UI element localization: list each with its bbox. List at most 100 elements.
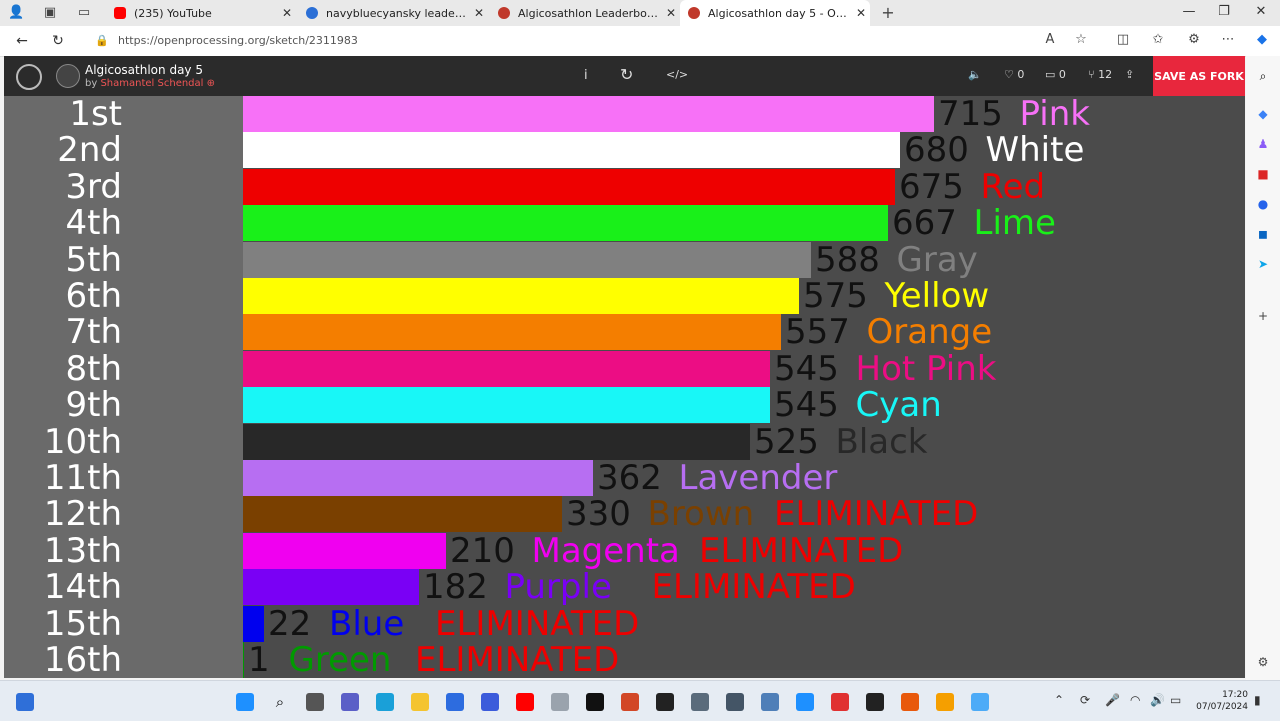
tab-youtube[interactable]: (235) YouTube ✕ — [106, 0, 296, 26]
share-icon[interactable]: ⇪ — [1125, 68, 1134, 81]
maximize-icon[interactable]: ❐ — [1209, 4, 1239, 19]
close-window-icon[interactable]: ✕ — [1246, 4, 1276, 19]
favorites-icon[interactable]: ✩ — [1148, 32, 1168, 47]
close-tab-icon[interactable]: ✕ — [852, 6, 870, 20]
search-icon[interactable]: ⌕ — [1255, 68, 1271, 84]
task-view-icon[interactable] — [306, 693, 324, 711]
media-player-icon[interactable] — [866, 693, 884, 711]
youtube-icon[interactable] — [516, 693, 534, 711]
author-link[interactable]: Shamantel Schendal — [100, 78, 203, 89]
sketch-header: Algicosathlon day 5 by Shamantel Schenda… — [4, 56, 1245, 96]
chevron-up-icon[interactable]: ⌃ — [1054, 693, 1064, 707]
back-icon[interactable]: ← — [12, 32, 32, 50]
edge-icon[interactable] — [376, 693, 394, 711]
file-explorer-icon[interactable] — [411, 693, 429, 711]
workspaces-icon[interactable]: ▣ — [42, 5, 58, 21]
app-icon[interactable] — [586, 693, 604, 711]
bar — [243, 96, 934, 132]
comments-button[interactable]: ▭ 0 — [1045, 68, 1066, 81]
search-icon[interactable]: ⌕ — [271, 693, 289, 711]
app-icon[interactable] — [551, 693, 569, 711]
score-label: 575 — [803, 276, 868, 316]
teams-icon[interactable] — [341, 693, 359, 711]
app-icon[interactable] — [831, 693, 849, 711]
microphone-icon[interactable]: 🎤 — [1105, 693, 1120, 707]
profile-icon[interactable]: 👤 — [8, 5, 24, 21]
store-icon[interactable] — [446, 693, 464, 711]
rank-label: 1st — [69, 94, 122, 134]
score-label: 182 — [423, 567, 488, 608]
score-label: 545 — [774, 385, 839, 426]
extensions-icon[interactable]: ⚙ — [1184, 32, 1204, 47]
calculator-icon[interactable] — [691, 693, 709, 711]
split-screen-icon[interactable]: ◫ — [1113, 32, 1133, 47]
tab-day5[interactable]: Algicosathlon day 5 - OpenProce ✕ — [680, 0, 870, 26]
save-as-fork-button[interactable]: SAVE AS FORK — [1153, 56, 1245, 96]
info-icon[interactable]: i — [584, 68, 588, 83]
rank-label: 2nd — [57, 130, 122, 171]
like-button[interactable]: ♡ 0 — [1004, 68, 1024, 81]
app-icon[interactable] — [971, 693, 989, 711]
avatar[interactable] — [56, 64, 80, 88]
tab-search[interactable]: navybluecyansky leaderboard op ✕ — [298, 0, 488, 26]
refresh-icon[interactable]: ↻ — [48, 32, 68, 50]
wifi-icon[interactable]: ◠ — [1130, 693, 1140, 707]
youtube-icon — [114, 7, 126, 19]
eliminated-label: ELIMINATED — [415, 640, 620, 680]
notepad-icon[interactable] — [761, 693, 779, 711]
app-icon[interactable] — [936, 693, 954, 711]
openprocessing-logo-icon[interactable] — [16, 64, 42, 90]
forks-button[interactable]: ⑂ 12 — [1088, 68, 1112, 81]
score-label: 715 — [938, 94, 1003, 134]
tools-icon[interactable]: ■ — [1255, 166, 1271, 182]
minimize-icon[interactable]: — — [1174, 4, 1204, 19]
sound-icon[interactable]: 🔈 — [968, 68, 982, 81]
volume-icon[interactable]: 🔊 — [1150, 693, 1165, 707]
openprocessing-icon — [498, 7, 510, 19]
code-icon[interactable]: </> — [666, 68, 688, 81]
close-tab-icon[interactable]: ✕ — [278, 6, 296, 20]
contestant-name: Lime — [973, 203, 1056, 244]
app-icon[interactable] — [656, 693, 674, 711]
notification-icon[interactable]: ▮ — [1254, 693, 1261, 707]
add-icon[interactable]: + — [1255, 308, 1271, 324]
recorder-icon[interactable] — [901, 693, 919, 711]
bar — [243, 387, 770, 424]
start-icon[interactable] — [236, 693, 254, 711]
tab-leaderboards[interactable]: Algicosathlon Leaderboards - Op ✕ — [490, 0, 680, 26]
eliminated-label: ELIMINATED — [774, 494, 979, 535]
tab-actions-icon[interactable]: ▭ — [76, 5, 92, 21]
photos-icon[interactable] — [796, 693, 814, 711]
camera-icon[interactable] — [726, 693, 744, 711]
follow-icon[interactable]: ⊕ — [207, 78, 215, 89]
restart-icon[interactable]: ↻ — [620, 65, 633, 84]
contestant-name: Lavender — [678, 458, 838, 498]
office-icon[interactable]: ● — [1255, 196, 1271, 212]
rank-label: 11th — [43, 458, 122, 498]
favorite-icon[interactable]: ☆ — [1071, 32, 1091, 47]
shopping-icon[interactable]: ◆ — [1255, 106, 1271, 122]
sketch-canvas[interactable]: 1st 715 Pink 2nd 680 White 3rd 675 Red 4th 667 Lime… — [4, 96, 1245, 678]
score-label: 675 — [899, 166, 964, 207]
eliminated-label: ELIMINATED — [435, 603, 640, 644]
contestant-name: Orange — [866, 312, 993, 353]
clock[interactable]: 17:20 07/07/2024 — [1196, 689, 1248, 713]
more-icon[interactable]: ⋯ — [1218, 32, 1238, 47]
read-aloud-icon[interactable]: A — [1040, 32, 1060, 47]
copilot-icon[interactable]: ◆ — [1252, 32, 1272, 47]
games-icon[interactable]: ♟ — [1255, 136, 1271, 152]
send-icon[interactable]: ➤ — [1255, 256, 1271, 272]
lock-icon[interactable]: 🔒 — [92, 32, 112, 50]
url-field[interactable]: https://openprocessing.org/sketch/231198… — [118, 34, 358, 47]
new-tab-button[interactable]: + — [880, 5, 896, 21]
score-label: 1 — [248, 640, 270, 680]
widgets-icon[interactable] — [16, 693, 34, 711]
battery-icon[interactable]: ▭ — [1170, 693, 1181, 707]
app-icon[interactable] — [481, 693, 499, 711]
close-tab-icon[interactable]: ✕ — [470, 6, 488, 20]
outlook-icon[interactable]: ◼ — [1255, 226, 1271, 242]
sync-icon[interactable]: ⟳ — [1080, 693, 1090, 707]
settings-icon[interactable]: ⚙ — [1255, 654, 1271, 670]
close-tab-icon[interactable]: ✕ — [662, 6, 680, 20]
powerpoint-icon[interactable] — [621, 693, 639, 711]
